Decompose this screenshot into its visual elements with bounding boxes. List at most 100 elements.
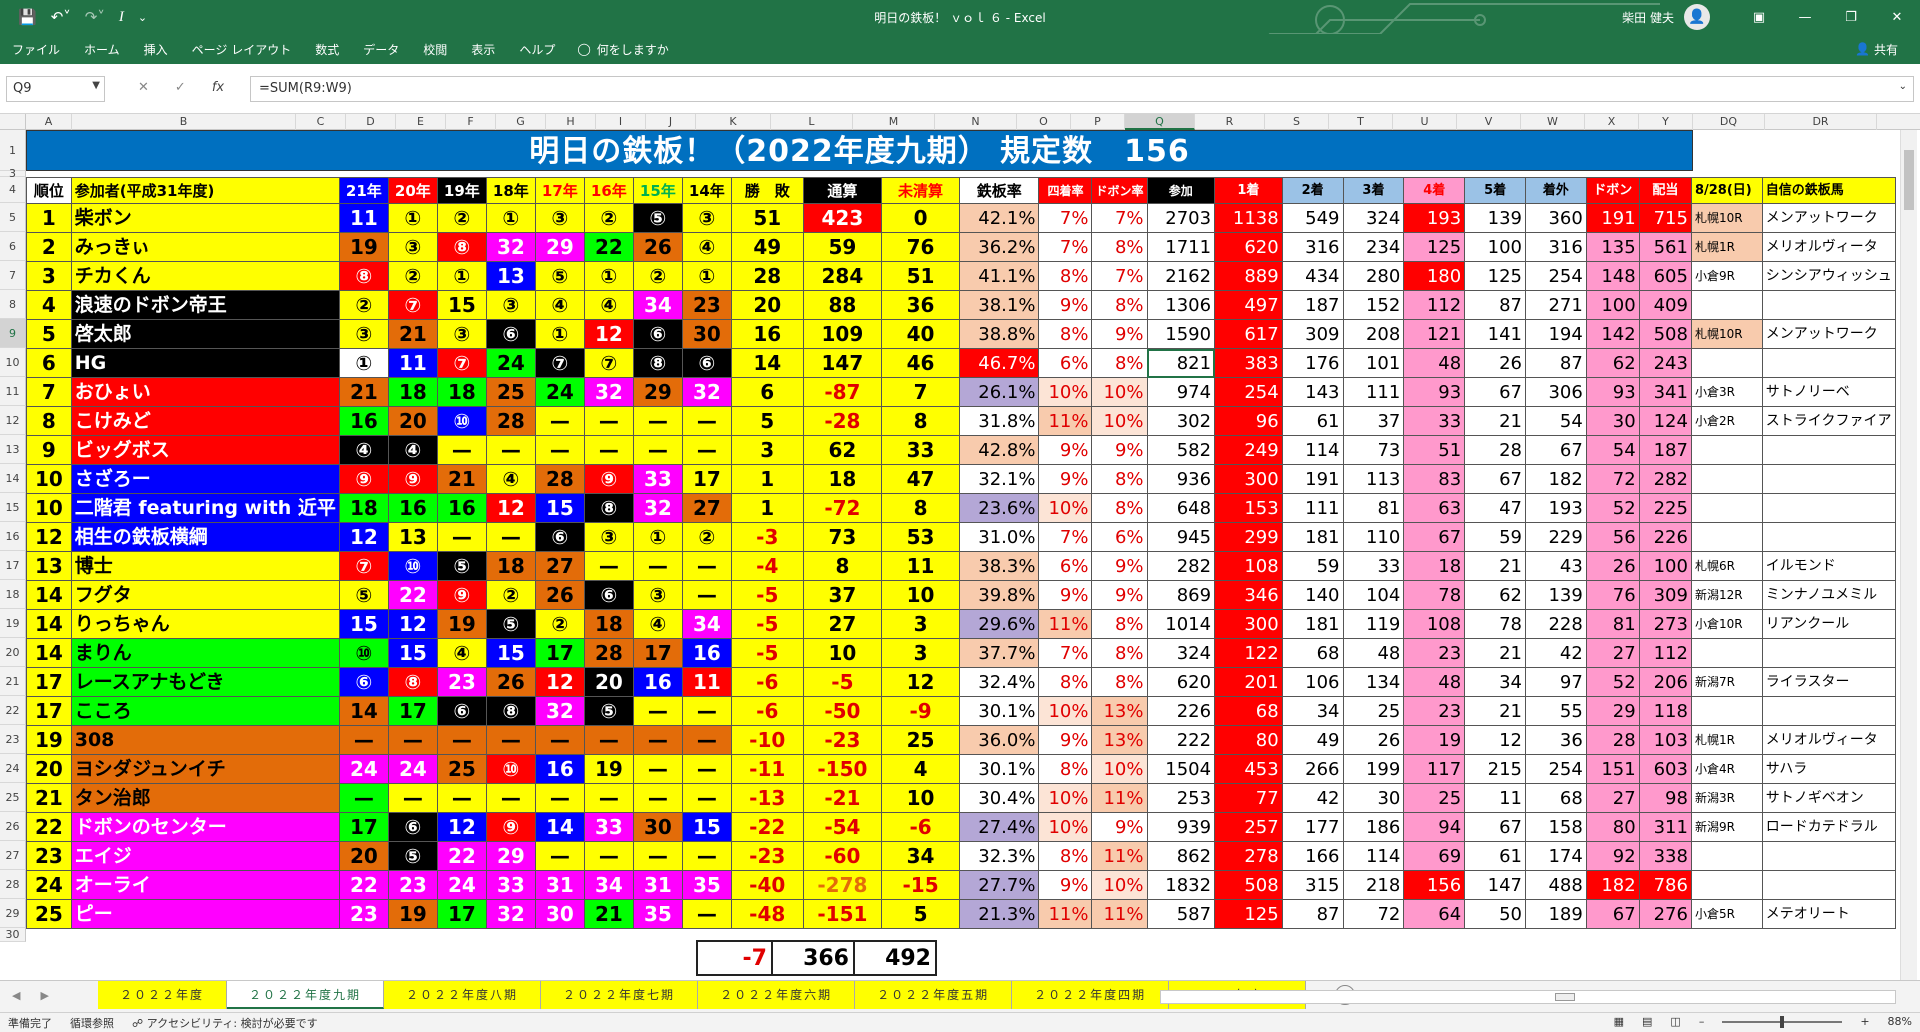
cell-n[interactable]: 26.1% xyxy=(958,377,1040,407)
cell-h[interactable]: 28 xyxy=(583,638,634,668)
row-header-24[interactable]: 24 xyxy=(0,754,26,783)
cell-q[interactable]: 226 xyxy=(1146,696,1216,726)
cell-m[interactable]: 33 xyxy=(881,435,960,465)
cell-l[interactable]: 27 xyxy=(802,609,883,639)
cell-c[interactable]: ⑧ xyxy=(338,261,389,291)
share-button[interactable]: 👤 共有 xyxy=(1855,34,1898,64)
cell-b[interactable]: 柴ボン xyxy=(70,203,340,233)
column-header-v[interactable]: V xyxy=(1457,114,1521,130)
cell-c[interactable]: 23 xyxy=(338,899,389,929)
cell-x[interactable]: 151 xyxy=(1585,754,1640,784)
cell-n[interactable]: 21.3% xyxy=(958,899,1040,929)
zoom-slider[interactable] xyxy=(1722,1015,1843,1028)
cell-v[interactable]: 139 xyxy=(1464,203,1526,233)
cell-g[interactable]: 27 xyxy=(534,551,585,581)
cell-w[interactable]: 254 xyxy=(1525,261,1587,291)
cell-u[interactable]: 156 xyxy=(1403,870,1466,900)
cell-h[interactable]: ④ xyxy=(583,290,634,320)
zoom-out-icon[interactable]: – xyxy=(1699,1015,1705,1028)
cell-j[interactable]: 23 xyxy=(681,290,732,320)
cell-b[interactable]: みっきぃ xyxy=(70,232,340,262)
cell-dq[interactable]: 小倉2R xyxy=(1690,406,1763,436)
cell-v[interactable]: 147 xyxy=(1464,870,1526,900)
cell-dr[interactable]: ライラスター xyxy=(1761,667,1896,697)
cell-u[interactable]: 125 xyxy=(1403,232,1466,262)
cell-x[interactable]: 76 xyxy=(1585,580,1640,610)
cell-e[interactable]: ⑨ xyxy=(436,580,487,610)
cell-l[interactable]: 88 xyxy=(802,290,883,320)
cell-c[interactable]: 19 xyxy=(338,232,389,262)
cell-x[interactable]: 80 xyxy=(1585,812,1640,842)
cell-v[interactable]: 50 xyxy=(1464,899,1526,929)
cell-m[interactable]: 8 xyxy=(881,493,960,523)
cell-r[interactable]: 77 xyxy=(1214,783,1283,813)
cell-c[interactable]: 16 xyxy=(338,406,389,436)
cell-a[interactable]: 12 xyxy=(26,522,72,552)
cell-dr[interactable]: リアンクール xyxy=(1761,609,1896,639)
cell-h[interactable]: 18 xyxy=(583,609,634,639)
cell-w[interactable]: 254 xyxy=(1525,754,1587,784)
cell-m[interactable]: -6 xyxy=(881,812,960,842)
cell-h[interactable]: ① xyxy=(583,261,634,291)
cell-m[interactable]: 0 xyxy=(881,203,960,233)
cell-b[interactable]: 博士 xyxy=(70,551,340,581)
cell-dr[interactable]: メンアットワーク xyxy=(1761,203,1896,233)
cell-w[interactable]: 360 xyxy=(1525,203,1587,233)
cell-f[interactable]: ③ xyxy=(485,290,536,320)
cell-v[interactable]: 34 xyxy=(1464,667,1526,697)
cell-i[interactable]: 31 xyxy=(632,870,683,900)
cell-s[interactable]: 176 xyxy=(1281,348,1344,378)
cell-e[interactable]: ③ xyxy=(436,319,487,349)
cell-n[interactable]: 29.6% xyxy=(958,609,1040,639)
cell-l[interactable]: -5 xyxy=(802,667,883,697)
cell-k[interactable]: -40 xyxy=(730,870,804,900)
cell-s[interactable]: 434 xyxy=(1281,261,1344,291)
cell-t[interactable]: 152 xyxy=(1342,290,1405,320)
cell-r[interactable]: 125 xyxy=(1214,899,1283,929)
chevron-down-icon[interactable]: ▼ xyxy=(92,80,100,91)
cell-q[interactable]: 1504 xyxy=(1146,754,1216,784)
cell-h[interactable]: 12 xyxy=(583,319,634,349)
cell-n[interactable]: 30.4% xyxy=(958,783,1040,813)
cell-u[interactable]: 67 xyxy=(1403,522,1466,552)
header-cell[interactable]: 2着 xyxy=(1281,177,1344,204)
cell-j[interactable]: ④ xyxy=(681,232,732,262)
cell-a[interactable]: 14 xyxy=(26,609,72,639)
cell-x[interactable]: 52 xyxy=(1585,493,1640,523)
cell-l[interactable]: 62 xyxy=(802,435,883,465)
cell-a[interactable]: 21 xyxy=(26,783,72,813)
cell-l[interactable]: 109 xyxy=(802,319,883,349)
cell-r[interactable]: 153 xyxy=(1214,493,1283,523)
cell-g[interactable]: ② xyxy=(534,609,585,639)
cell-w[interactable]: 36 xyxy=(1525,725,1587,755)
cell-dq[interactable]: 小倉3R xyxy=(1690,377,1763,407)
cell-y[interactable]: 98 xyxy=(1638,783,1692,813)
cell-y[interactable]: 273 xyxy=(1638,609,1692,639)
cell-w[interactable]: 43 xyxy=(1525,551,1587,581)
column-header-j[interactable]: J xyxy=(646,114,696,130)
cell-m[interactable]: -15 xyxy=(881,870,960,900)
header-cell[interactable]: 4着 xyxy=(1403,177,1466,204)
cell-y[interactable]: 605 xyxy=(1638,261,1692,291)
cell-w[interactable]: 488 xyxy=(1525,870,1587,900)
cell-b[interactable]: ヨシダジュンイチ xyxy=(70,754,340,784)
cell-dr[interactable] xyxy=(1761,841,1896,871)
column-header-w[interactable]: W xyxy=(1521,114,1585,130)
column-header-k[interactable]: K xyxy=(696,114,771,130)
cell-f[interactable]: — xyxy=(485,725,536,755)
cell-b[interactable]: オーライ xyxy=(70,870,340,900)
save-icon[interactable]: 💾 xyxy=(18,8,37,26)
cell-s[interactable]: 315 xyxy=(1281,870,1344,900)
cell-dr[interactable]: イルモンド xyxy=(1761,551,1896,581)
cell-v[interactable]: 21 xyxy=(1464,696,1526,726)
cell-b[interactable]: りっちゃん xyxy=(70,609,340,639)
cell-m[interactable]: 10 xyxy=(881,783,960,813)
cell-dq[interactable]: 新潟3R xyxy=(1690,783,1763,813)
cell-m[interactable]: 8 xyxy=(881,406,960,436)
cell-w[interactable]: 97 xyxy=(1525,667,1587,697)
user-name[interactable]: 柴田 健夫 xyxy=(1622,9,1674,26)
cell-g[interactable]: 30 xyxy=(534,899,585,929)
header-cell[interactable]: 配当 xyxy=(1638,177,1692,204)
cell-e[interactable]: ① xyxy=(436,261,487,291)
cell-y[interactable]: 118 xyxy=(1638,696,1692,726)
